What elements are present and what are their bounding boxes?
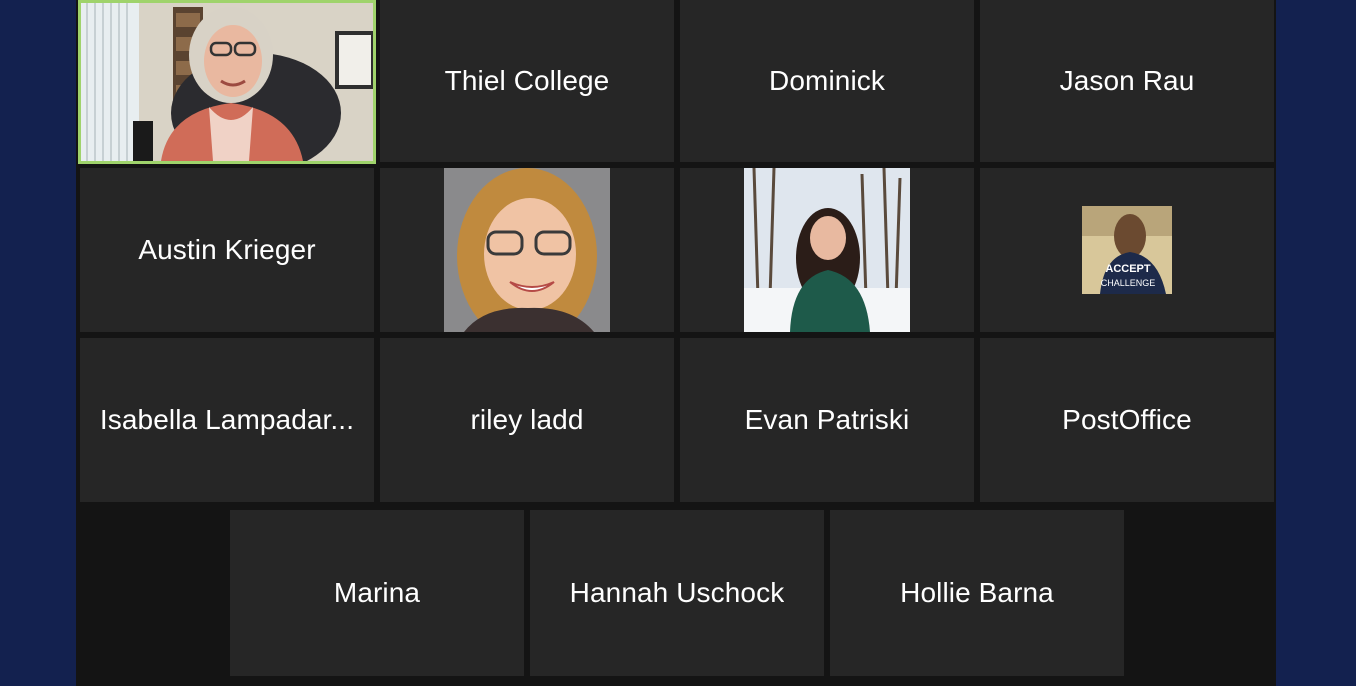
speaker-video-feed xyxy=(81,3,373,161)
participant-name: PostOffice xyxy=(1062,404,1192,435)
profile-photo: ACCEPT CHALLENGE xyxy=(1082,206,1172,294)
participant-tile[interactable]: ACCEPT CHALLENGE xyxy=(980,168,1274,332)
participant-name: Marina xyxy=(333,577,421,608)
profile-photo xyxy=(444,168,610,332)
participant-name: Austin Krieger xyxy=(138,234,316,265)
participant-name: Evan Patriski xyxy=(744,404,910,435)
participant-tile[interactable]: Thiel College xyxy=(380,0,674,162)
participant-tile[interactable]: Hollie Barna xyxy=(830,510,1124,676)
participant-tile[interactable]: Marina xyxy=(230,510,524,676)
participant-tile[interactable]: Austin Krieger xyxy=(80,168,374,332)
participant-name: Thiel College xyxy=(444,65,610,96)
participant-tile[interactable]: Isabella Lampadar... xyxy=(80,338,374,502)
svg-text:CHALLENGE: CHALLENGE xyxy=(1101,278,1156,288)
participant-name: riley ladd xyxy=(470,404,584,435)
participant-tile[interactable]: Evan Patriski xyxy=(680,338,974,502)
participant-tile[interactable] xyxy=(680,168,974,332)
participant-tile[interactable]: riley ladd xyxy=(380,338,674,502)
participant-name: Dominick xyxy=(769,65,885,96)
participant-tile[interactable]: PostOffice xyxy=(980,338,1274,502)
gallery-view: Thiel College Dominick Jason Rau Austin … xyxy=(76,0,1276,686)
participant-name: Isabella Lampadar... xyxy=(99,404,355,435)
participant-tile[interactable]: Hannah Uschock xyxy=(530,510,824,676)
participant-tile[interactable] xyxy=(380,168,674,332)
svg-text:ACCEPT: ACCEPT xyxy=(1105,263,1151,275)
participant-name: Jason Rau xyxy=(1059,65,1195,96)
participant-tile[interactable]: Dominick xyxy=(680,0,974,162)
participant-tile-active-speaker[interactable] xyxy=(78,0,376,164)
participant-name: Hannah Uschock xyxy=(569,577,785,608)
participant-name: Hollie Barna xyxy=(900,577,1054,608)
profile-photo xyxy=(744,168,910,332)
participant-tile[interactable]: Jason Rau xyxy=(980,0,1274,162)
